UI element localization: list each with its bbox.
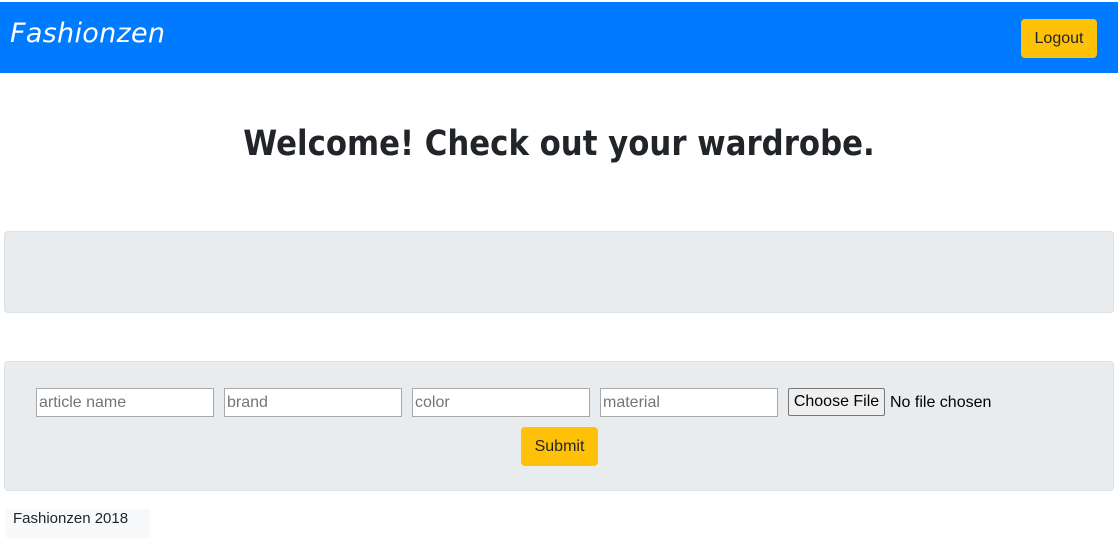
- article-name-input[interactable]: [36, 388, 214, 417]
- navbar: Fashionzen Logout: [0, 2, 1118, 73]
- file-status-text: No file chosen: [890, 394, 992, 411]
- choose-file-button[interactable]: Choose File: [788, 388, 885, 416]
- color-input[interactable]: [412, 388, 590, 417]
- brand-logo[interactable]: Fashionzen: [10, 18, 165, 49]
- brand-input[interactable]: [224, 388, 402, 417]
- wardrobe-panel: [4, 231, 1114, 313]
- footer-text: Fashionzen 2018: [13, 510, 129, 527]
- logout-button[interactable]: Logout: [1021, 19, 1097, 58]
- material-input[interactable]: [600, 388, 778, 417]
- page-title: Welcome! Check out your wardrobe.: [243, 124, 875, 164]
- footer: Fashionzen 2018: [6, 509, 150, 538]
- submit-button[interactable]: Submit: [521, 427, 598, 466]
- add-article-form: Choose File No file chosen Submit: [4, 361, 1114, 491]
